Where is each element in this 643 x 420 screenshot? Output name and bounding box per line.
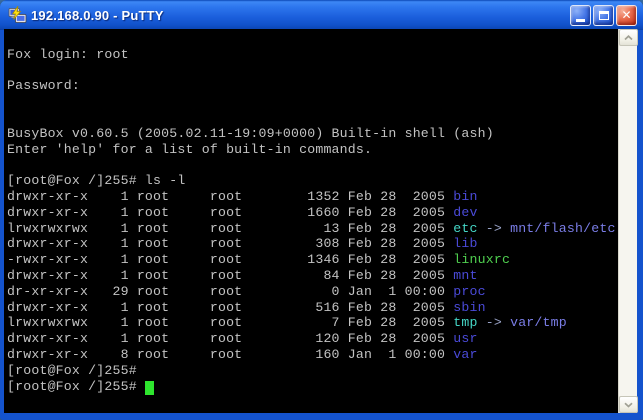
terminal-text: bin bbox=[453, 189, 477, 204]
terminal-text: Password: bbox=[7, 78, 80, 93]
terminal-text: drwxr-xr-x 1 root root 120 Feb 28 2005 bbox=[7, 331, 453, 346]
terminal-line bbox=[7, 157, 618, 173]
terminal-text: drwxr-xr-x 1 root root 84 Feb 28 2005 bbox=[7, 268, 453, 283]
terminal-line: BusyBox v0.60.5 (2005.02.11-19:09+0000) … bbox=[7, 126, 618, 142]
terminal-line: [root@Fox /]255# ls -l bbox=[7, 173, 618, 189]
maximize-icon bbox=[599, 11, 609, 20]
chevron-up-icon bbox=[624, 35, 633, 41]
terminal-text: mnt bbox=[453, 268, 477, 283]
terminal-text: Enter 'help' for a list of built-in comm… bbox=[7, 142, 372, 157]
titlebar[interactable]: 192.168.0.90 - PuTTY ✕ bbox=[0, 0, 643, 30]
terminal-text: -> bbox=[478, 221, 510, 236]
scrollbar[interactable] bbox=[618, 29, 637, 413]
terminal-text: -> bbox=[478, 315, 510, 330]
putty-icon bbox=[8, 6, 27, 25]
terminal-line: drwxr-xr-x 8 root root 160 Jan 1 00:00 v… bbox=[7, 347, 618, 363]
terminal-line: lrwxrwxrwx 1 root root 7 Feb 28 2005 tmp… bbox=[7, 315, 618, 331]
terminal-line: lrwxrwxrwx 1 root root 13 Feb 28 2005 et… bbox=[7, 221, 618, 237]
terminal-text: drwxr-xr-x 8 root root 160 Jan 1 00:00 bbox=[7, 347, 453, 362]
terminal-text: lrwxrwxrwx 1 root root 13 Feb 28 2005 bbox=[7, 221, 453, 236]
terminal-text: proc bbox=[453, 284, 485, 299]
terminal-text: var/tmp bbox=[510, 315, 567, 330]
scroll-up-button[interactable] bbox=[619, 29, 638, 46]
terminal-line: drwxr-xr-x 1 root root 120 Feb 28 2005 u… bbox=[7, 331, 618, 347]
terminal-text: Fox login: root bbox=[7, 47, 129, 62]
terminal-line: drwxr-xr-x 1 root root 1352 Feb 28 2005 … bbox=[7, 189, 618, 205]
window-controls: ✕ bbox=[570, 5, 637, 26]
terminal-text: mnt/flash/etc bbox=[510, 221, 615, 236]
terminal-text: drwxr-xr-x 1 root root 1660 Feb 28 2005 bbox=[7, 205, 453, 220]
terminal-line: Password: bbox=[7, 78, 618, 94]
terminal-text: -rwxr-xr-x 1 root root 1346 Feb 28 2005 bbox=[7, 252, 453, 267]
terminal-text: drwxr-xr-x 1 root root 308 Feb 28 2005 bbox=[7, 236, 453, 251]
terminal-line: [root@Fox /]255# bbox=[7, 379, 618, 395]
maximize-button[interactable] bbox=[593, 5, 614, 26]
terminal-line bbox=[7, 63, 618, 79]
chevron-down-icon bbox=[624, 402, 633, 408]
window-title: 192.168.0.90 - PuTTY bbox=[31, 8, 570, 23]
terminal-line: drwxr-xr-x 1 root root 84 Feb 28 2005 mn… bbox=[7, 268, 618, 284]
terminal-text: lrwxrwxrwx 1 root root 7 Feb 28 2005 bbox=[7, 315, 453, 330]
terminal-text: BusyBox v0.60.5 (2005.02.11-19:09+0000) … bbox=[7, 126, 494, 141]
putty-window: 192.168.0.90 - PuTTY ✕ Fox login: root P… bbox=[0, 0, 643, 420]
terminal-line: -rwxr-xr-x 1 root root 1346 Feb 28 2005 … bbox=[7, 252, 618, 268]
terminal-text: drwxr-xr-x 1 root root 1352 Feb 28 2005 bbox=[7, 189, 453, 204]
terminal-text: [root@Fox /]255# bbox=[7, 379, 145, 394]
terminal-line bbox=[7, 94, 618, 110]
terminal-line: drwxr-xr-x 1 root root 308 Feb 28 2005 l… bbox=[7, 236, 618, 252]
close-icon: ✕ bbox=[621, 9, 631, 21]
terminal-screen[interactable]: Fox login: root Password: BusyBox v0.60.… bbox=[4, 29, 618, 413]
terminal-text: var bbox=[453, 347, 477, 362]
terminal-line: drwxr-xr-x 1 root root 516 Feb 28 2005 s… bbox=[7, 300, 618, 316]
minimize-icon bbox=[576, 19, 585, 22]
terminal-text: [root@Fox /]255# bbox=[7, 363, 137, 378]
terminal-text: tmp bbox=[453, 315, 477, 330]
terminal-text: etc bbox=[453, 221, 477, 236]
terminal-text: dr-xr-xr-x 29 root root 0 Jan 1 00:00 bbox=[7, 284, 453, 299]
terminal-text: lib bbox=[453, 236, 477, 251]
terminal-text: dev bbox=[453, 205, 477, 220]
terminal-line: dr-xr-xr-x 29 root root 0 Jan 1 00:00 pr… bbox=[7, 284, 618, 300]
scroll-down-button[interactable] bbox=[619, 396, 638, 413]
terminal-text: linuxrc bbox=[453, 252, 510, 267]
terminal-line: Enter 'help' for a list of built-in comm… bbox=[7, 142, 618, 158]
terminal-line: Fox login: root bbox=[7, 47, 618, 63]
scrollbar-track[interactable] bbox=[619, 46, 637, 396]
terminal-text: drwxr-xr-x 1 root root 516 Feb 28 2005 bbox=[7, 300, 453, 315]
terminal-line bbox=[7, 110, 618, 126]
terminal-line: [root@Fox /]255# bbox=[7, 363, 618, 379]
terminal-line: drwxr-xr-x 1 root root 1660 Feb 28 2005 … bbox=[7, 205, 618, 221]
terminal-cursor bbox=[145, 381, 154, 395]
terminal-line bbox=[7, 31, 618, 47]
terminal-text: usr bbox=[453, 331, 477, 346]
close-button[interactable]: ✕ bbox=[616, 5, 637, 26]
terminal-text: [root@Fox /]255# ls -l bbox=[7, 173, 186, 188]
minimize-button[interactable] bbox=[570, 5, 591, 26]
terminal-text: sbin bbox=[453, 300, 485, 315]
